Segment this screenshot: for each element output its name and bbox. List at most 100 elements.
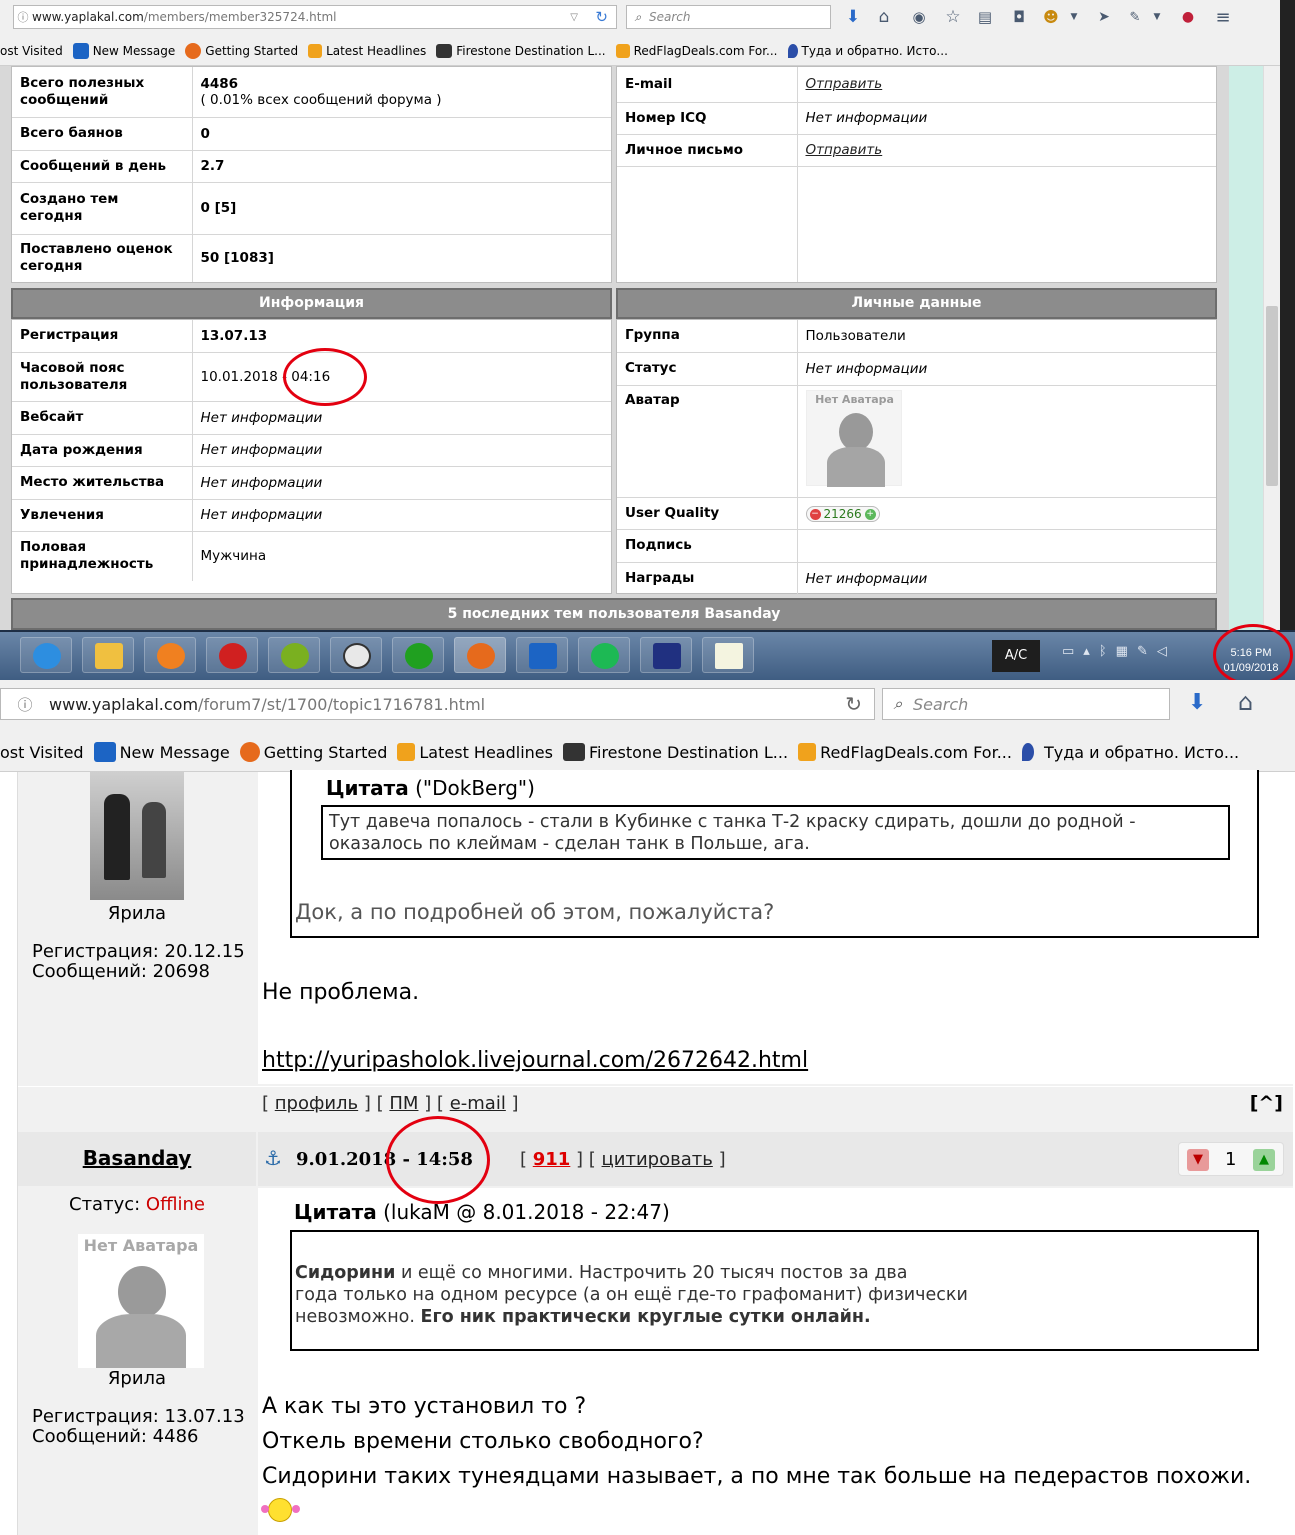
stat-label: Всего баянов xyxy=(12,117,193,151)
green-app-icon xyxy=(405,643,433,669)
bookmark-firestone[interactable]: Firestone Destination L... xyxy=(562,743,788,762)
personal-value: Нет информации xyxy=(805,570,928,587)
reload-icon[interactable]: ↻ xyxy=(595,8,608,26)
taskbar-spotify[interactable] xyxy=(578,637,630,673)
taskbar-save[interactable] xyxy=(640,637,692,673)
bookmark-latest-headlines[interactable]: Latest Headlines xyxy=(308,44,426,58)
taskbar-clock[interactable] xyxy=(330,637,382,673)
email-link[interactable]: e-mail xyxy=(450,1093,506,1114)
rss-icon xyxy=(397,743,416,761)
taskbar-pin[interactable] xyxy=(206,637,258,673)
quote-link[interactable]: цитировать xyxy=(602,1149,713,1170)
minus-icon[interactable]: − xyxy=(809,508,821,520)
keyboard-icon[interactable]: ▭ xyxy=(1062,644,1083,659)
info-icon[interactable]: ⓘ xyxy=(1,694,49,715)
dropdown-arrow-icon[interactable]: ▽ xyxy=(570,12,578,23)
post2-avatar-caption: Нет Аватара xyxy=(83,1236,199,1255)
taskbar-outlook[interactable] xyxy=(516,637,568,673)
taskbar-explorer[interactable] xyxy=(82,637,134,673)
bookmark-latest-headlines[interactable]: Latest Headlines xyxy=(397,743,553,762)
reload-icon[interactable]: ↻ xyxy=(845,692,862,716)
bookmark-getting-started[interactable]: Getting Started xyxy=(185,43,298,59)
chevron-down-icon[interactable]: ▼ xyxy=(1064,12,1084,22)
floppy-icon xyxy=(653,643,681,669)
contact-value: Нет информации xyxy=(797,102,1216,135)
vertical-scrollbar[interactable] xyxy=(1263,66,1280,630)
post1-external-link[interactable]: http://yuripasholok.livejournal.com/2672… xyxy=(262,1048,808,1073)
reading-list-icon[interactable]: ▤ xyxy=(970,8,1000,26)
bookmark-redflagdeals[interactable]: RedFlagDeals.com For... xyxy=(615,44,778,58)
language-indicator[interactable]: A/C xyxy=(992,640,1040,672)
plus-icon[interactable]: + xyxy=(864,508,876,520)
rating-value: 1 xyxy=(1225,1149,1237,1170)
pin-icon xyxy=(787,44,798,58)
bookmark-firestone[interactable]: Firestone Destination L... xyxy=(436,44,606,58)
bluetooth-icon[interactable]: ᛒ xyxy=(1099,644,1116,659)
pm-send-link[interactable]: Отправить xyxy=(797,134,1216,167)
star-icon[interactable]: ☆ xyxy=(936,7,970,27)
download-icon[interactable]: ⬇ xyxy=(840,7,866,27)
chat-icon[interactable]: ◉ xyxy=(902,8,936,26)
taskbar-notes[interactable] xyxy=(702,637,754,673)
bottom-url-bar[interactable]: ⓘ www.yaplakal.com/forum7/st/1700/topic1… xyxy=(0,688,875,720)
search-placeholder: Search xyxy=(913,694,969,714)
taskbar-media[interactable] xyxy=(144,637,196,673)
volume-icon[interactable]: ◁ xyxy=(1157,644,1176,659)
bookmark-most-visited[interactable]: ost Visited xyxy=(0,44,63,58)
email-send-link[interactable]: Отправить xyxy=(797,67,1216,103)
home-icon[interactable]: ⌂ xyxy=(1238,688,1253,716)
pocket-icon[interactable]: ◘ xyxy=(1000,8,1038,26)
thumbs-up-icon[interactable]: ▲ xyxy=(1253,1149,1275,1171)
info-label: Увлечения xyxy=(12,499,193,532)
url-path: /forum7/st/1700/topic1716781.html xyxy=(198,694,486,714)
windows-taskbar: A/C ▭▴ᛒ▦✎◁ 5:16 PM 01/09/2018 xyxy=(0,630,1295,680)
taskbar-ie[interactable] xyxy=(20,637,72,673)
bookmark-new-message[interactable]: New Message xyxy=(72,43,175,59)
user-quality-badge: − 21266 + xyxy=(805,506,880,523)
personal-value xyxy=(797,529,1216,563)
taskbar-firefox[interactable] xyxy=(454,637,506,673)
pin-tray-icon[interactable]: ✎ xyxy=(1137,644,1157,659)
outlook-icon xyxy=(529,643,557,669)
addon-icon[interactable]: ☻ xyxy=(1038,8,1064,26)
tray-arrow-icon[interactable]: ▴ xyxy=(1083,644,1099,659)
avatar-cell: Нет Аватара xyxy=(797,385,1216,498)
pm-link[interactable]: ПМ xyxy=(389,1093,418,1114)
bookmark-new-message[interactable]: New Message xyxy=(93,742,230,762)
send-icon[interactable]: ➤ xyxy=(1084,9,1124,25)
url-path: /members/member325724.html xyxy=(143,10,337,24)
post2-body-line2: Откель времени столько свободного? xyxy=(262,1429,704,1454)
bookmark-tuda-obratno[interactable]: Туда и обратно. Исто... xyxy=(787,44,948,58)
bookmark-most-visited[interactable]: ost Visited xyxy=(0,743,84,762)
personal-label: User Quality xyxy=(617,497,798,530)
home-icon[interactable]: ⌂ xyxy=(866,7,902,27)
bottom-search-box[interactable]: ⌕ Search xyxy=(882,688,1170,720)
download-icon[interactable]: ⬇ xyxy=(1188,690,1206,715)
top-bookmarks-bar: ost Visited New Message Getting Started … xyxy=(0,40,958,62)
user-quality-value: 21266 xyxy=(823,507,862,522)
scrollbar-thumb[interactable] xyxy=(1266,306,1278,486)
anchor-icon[interactable]: ⚓ xyxy=(264,1146,282,1170)
taskbar-w[interactable] xyxy=(268,637,320,673)
bookmark-getting-started[interactable]: Getting Started xyxy=(239,742,387,762)
top-search-box[interactable]: ⌕ Search xyxy=(626,5,831,29)
post2-quote-text: Сидорини и ещё со многими. Настрочить 20… xyxy=(295,1263,968,1327)
flag-icon xyxy=(562,743,585,761)
info-icon[interactable]: ⓘ xyxy=(14,9,32,25)
profile-link[interactable]: профиль xyxy=(275,1093,358,1114)
menu-icon[interactable]: ≡ xyxy=(1208,7,1238,28)
scroll-to-top-button[interactable]: [^] xyxy=(1250,1092,1283,1114)
bookmark-tuda-obratno[interactable]: Туда и обратно. Исто... xyxy=(1021,743,1239,762)
chevron-down-icon[interactable]: ▼ xyxy=(1146,12,1168,22)
network-icon[interactable]: ▦ xyxy=(1116,644,1137,659)
taskbar-green-app[interactable] xyxy=(392,637,444,673)
profile-icon[interactable]: ● xyxy=(1168,9,1208,25)
thumbs-down-icon[interactable]: ▼ xyxy=(1187,1149,1209,1171)
post-number-link[interactable]: 911 xyxy=(533,1149,571,1170)
info-value: Нет информации xyxy=(192,401,611,435)
extension-icon[interactable]: ✎ xyxy=(1124,10,1146,25)
bookmark-redflagdeals[interactable]: RedFlagDeals.com For... xyxy=(798,743,1012,762)
search-placeholder: Search xyxy=(649,10,691,24)
top-url-bar[interactable]: ⓘ www.yaplakal.com/members/member325724.… xyxy=(13,5,617,29)
post2-author-link[interactable]: Basanday xyxy=(83,1146,192,1170)
